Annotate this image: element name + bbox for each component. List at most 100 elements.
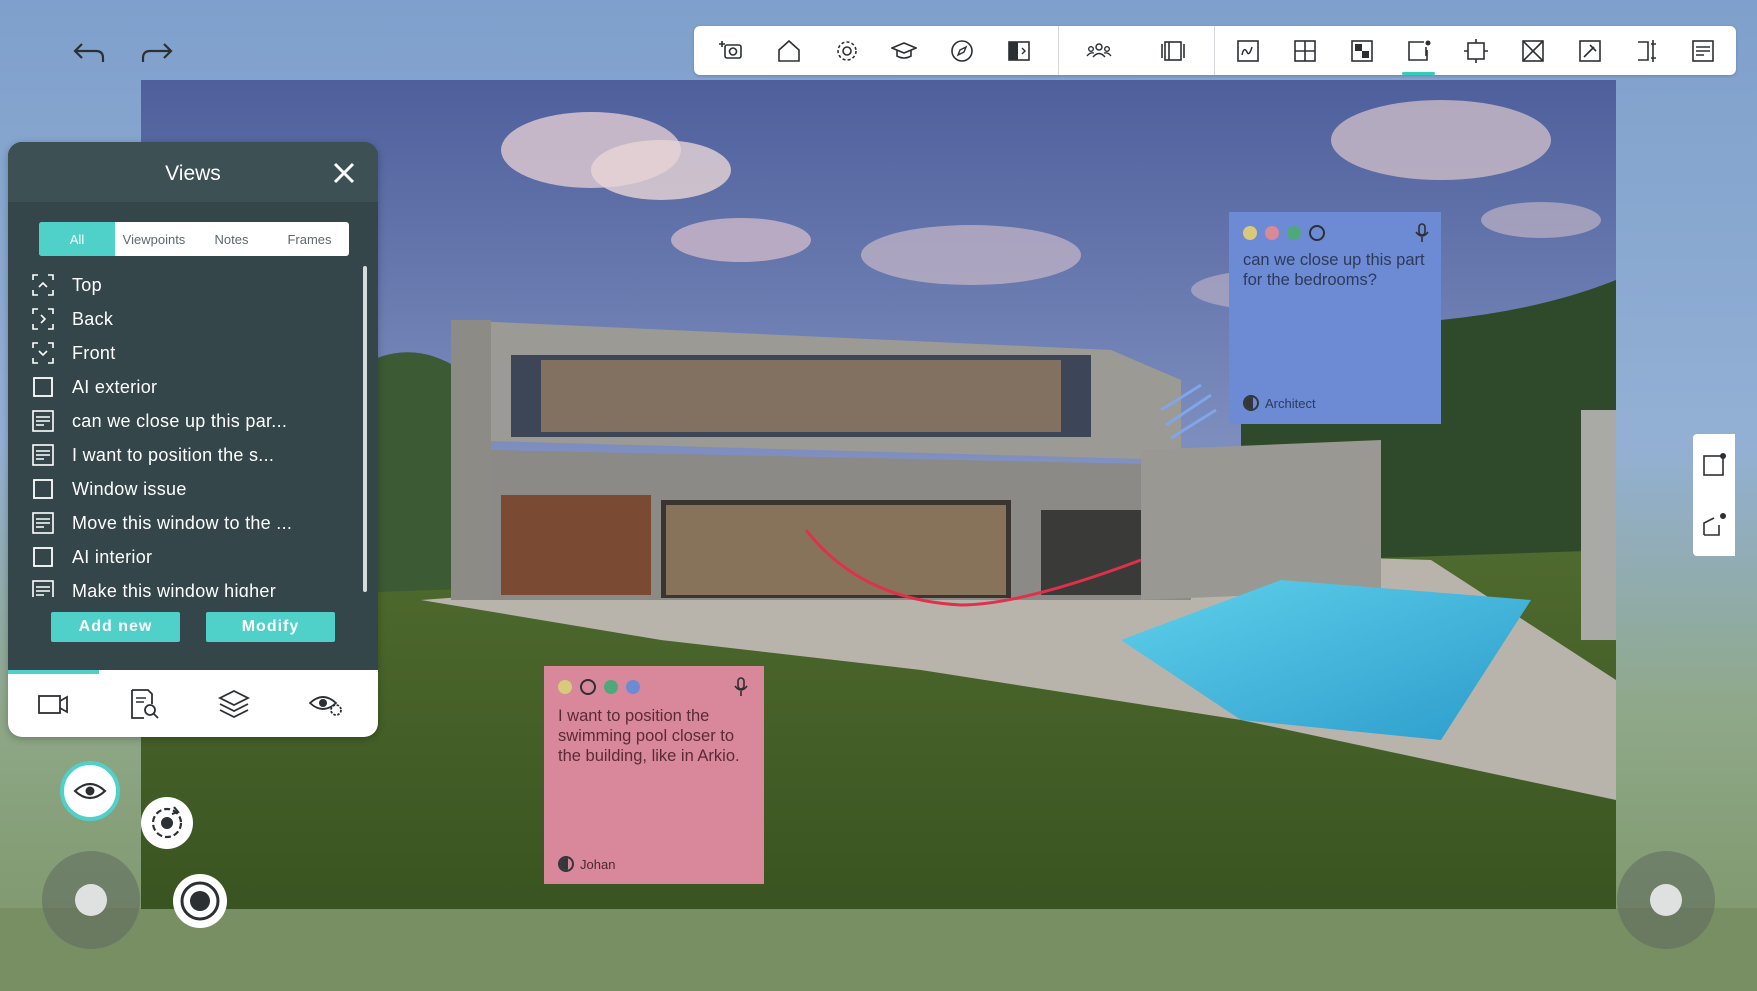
joystick-knob[interactable] <box>1650 884 1682 916</box>
frame-select-button[interactable] <box>1460 35 1492 67</box>
tutorial-button[interactable] <box>888 35 920 67</box>
list-item[interactable]: Window issue <box>23 472 353 506</box>
color-yellow-option[interactable] <box>1243 226 1257 240</box>
add-object-button[interactable] <box>1289 35 1321 67</box>
tab-notes[interactable]: Notes <box>193 222 270 256</box>
frame-select-icon <box>1464 39 1488 63</box>
frame-icon <box>33 547 53 567</box>
views-scrollbar[interactable] <box>363 266 367 592</box>
list-item[interactable]: Top <box>23 268 353 302</box>
pin-icon <box>1579 40 1601 62</box>
rotate-button[interactable] <box>141 797 193 849</box>
list-item[interactable]: AI interior <box>23 540 353 574</box>
pin-button[interactable] <box>1574 35 1606 67</box>
views-panel: Views All Viewpoints Notes Frames Top Ba… <box>8 142 378 737</box>
right-joystick[interactable] <box>1617 851 1715 949</box>
color-pink-option[interactable] <box>1265 226 1279 240</box>
viewpoint-icon <box>32 342 54 364</box>
modify-button[interactable]: Modify <box>206 612 335 642</box>
tab-viewpoints[interactable]: Viewpoints <box>115 222 193 256</box>
compass-button[interactable] <box>946 35 978 67</box>
document-search-tab-button[interactable] <box>124 684 164 724</box>
list-item-label: AI exterior <box>72 376 158 397</box>
close-icon[interactable] <box>330 159 358 187</box>
layers-tab-button[interactable] <box>214 684 254 724</box>
joystick-knob[interactable] <box>75 884 107 916</box>
add-viewpoint-button[interactable] <box>715 35 747 67</box>
sticky-note-architect[interactable]: can we close up this part for the bedroo… <box>1229 212 1441 424</box>
users-icon <box>1086 43 1112 58</box>
bottom-tab-indicator <box>8 670 99 674</box>
list-item[interactable]: I want to position the s... <box>23 438 353 472</box>
list-item[interactable]: AI exterior <box>23 370 353 404</box>
draw-point-button[interactable] <box>1699 508 1731 540</box>
list-item[interactable]: Move this window to the ... <box>23 506 353 540</box>
microphone-icon[interactable] <box>732 676 750 698</box>
camera-icon <box>38 695 68 714</box>
views-header: Views <box>8 142 378 202</box>
compass-icon <box>951 40 973 62</box>
frame-point-button[interactable] <box>1699 448 1731 480</box>
note-icon <box>32 512 54 534</box>
list-item-label: can we close up this par... <box>72 410 288 431</box>
microphone-icon[interactable] <box>1413 222 1431 244</box>
sketch-button[interactable] <box>1232 35 1264 67</box>
color-blue-option-selected[interactable] <box>1309 225 1325 241</box>
section-button[interactable] <box>1631 35 1663 67</box>
color-green-option[interactable] <box>604 680 618 694</box>
tab-frames[interactable]: Frames <box>270 222 349 256</box>
viewpoint-icon <box>32 308 54 330</box>
list-item-label: AI interior <box>72 546 153 567</box>
color-pink-option-selected[interactable] <box>580 679 596 695</box>
materials-button[interactable] <box>1346 35 1378 67</box>
eye-button[interactable] <box>60 761 120 821</box>
eye-gear-icon <box>308 696 342 716</box>
record-button[interactable] <box>173 874 227 928</box>
list-item-label: Move this window to the ... <box>72 512 293 533</box>
x-square-icon <box>1522 40 1544 62</box>
list-item-label: Window issue <box>72 478 187 499</box>
active-tool-indicator <box>1402 72 1435 75</box>
notes-button[interactable] <box>1687 35 1719 67</box>
note-icon <box>32 444 54 466</box>
note-author: Johan <box>558 856 615 872</box>
settings-button[interactable] <box>831 35 863 67</box>
tab-all[interactable]: All <box>39 222 115 256</box>
views-tabs: All Viewpoints Notes Frames <box>39 222 349 256</box>
add-new-button[interactable]: Add new <box>51 612 180 642</box>
home-icon <box>778 39 800 62</box>
redo-icon <box>141 43 173 62</box>
sticky-note-johan[interactable]: I want to position the swimming pool clo… <box>544 666 764 884</box>
visibility-settings-tab-button[interactable] <box>306 684 346 724</box>
note-color-picker <box>1243 225 1325 241</box>
camera-tab-button[interactable] <box>33 684 73 724</box>
color-green-option[interactable] <box>1287 226 1301 240</box>
avatar <box>1243 395 1259 411</box>
avatar <box>558 856 574 872</box>
views-button[interactable] <box>1403 35 1435 67</box>
list-item-label: Top <box>72 274 102 295</box>
views-bottom-bar <box>8 670 378 737</box>
checker-icon <box>1351 40 1373 62</box>
undo-button[interactable] <box>67 30 111 74</box>
panels-button[interactable] <box>1157 35 1189 67</box>
document-search-icon <box>131 689 159 719</box>
list-item[interactable]: Front <box>23 336 353 370</box>
notes-icon <box>1692 40 1714 62</box>
side-tools <box>1693 434 1735 556</box>
plus-square-icon <box>1294 40 1316 62</box>
panels-icon <box>1161 41 1185 61</box>
redo-button[interactable] <box>135 30 179 74</box>
left-joystick[interactable] <box>42 851 140 949</box>
list-item[interactable]: can we close up this par... <box>23 404 353 438</box>
list-item[interactable]: Back <box>23 302 353 336</box>
note-color-picker <box>558 679 640 695</box>
home-button[interactable] <box>773 35 805 67</box>
users-button[interactable] <box>1083 35 1115 67</box>
section-icon <box>1638 40 1656 62</box>
color-yellow-option[interactable] <box>558 680 572 694</box>
split-view-button[interactable] <box>1003 35 1035 67</box>
remove-button[interactable] <box>1517 35 1549 67</box>
color-blue-option[interactable] <box>626 680 640 694</box>
view-frame-icon <box>1408 40 1431 61</box>
